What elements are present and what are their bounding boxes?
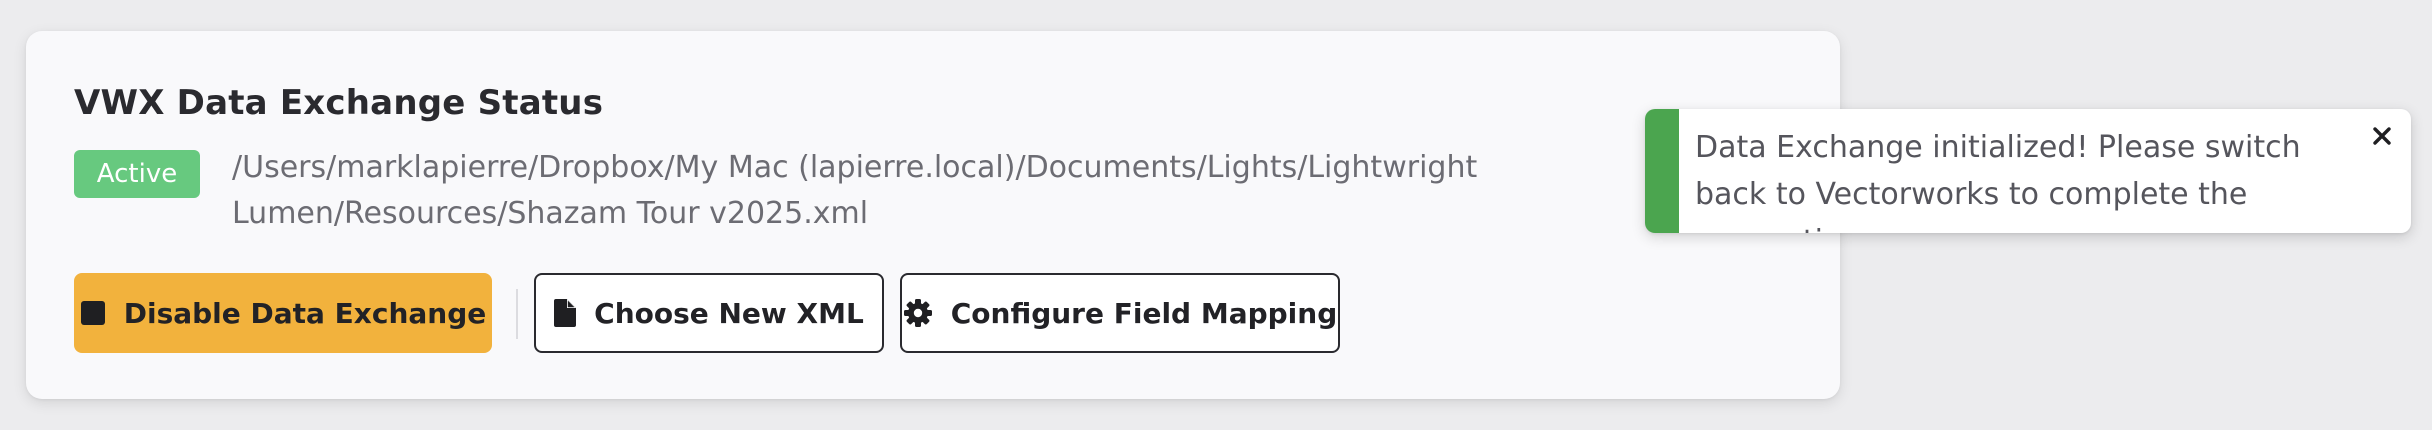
file-icon: [554, 299, 577, 327]
data-exchange-status-card: VWX Data Exchange Status Active /Users/m…: [26, 31, 1840, 399]
card-title: VWX Data Exchange Status: [74, 83, 604, 123]
status-badge: Active: [74, 150, 200, 198]
page: VWX Data Exchange Status Active /Users/m…: [0, 0, 2432, 430]
success-toast: Data Exchange initialized! Please switch…: [1645, 109, 2411, 233]
configure-button-label: Configure Field Mapping: [950, 296, 1338, 330]
toast-accent-bar: [1645, 109, 1679, 233]
gear-icon: [903, 298, 933, 328]
stop-square-icon: [80, 300, 106, 326]
disable-button-label: Disable Data Exchange: [123, 296, 487, 330]
choose-button-label: Choose New XML: [594, 296, 864, 330]
close-icon[interactable]: [2365, 119, 2399, 153]
button-divider: [516, 289, 518, 339]
toast-message: Data Exchange initialized! Please switch…: [1695, 130, 2301, 233]
choose-new-xml-button[interactable]: Choose New XML: [534, 273, 884, 353]
xml-file-path: /Users/marklapierre/Dropbox/My Mac (lapi…: [232, 150, 1478, 231]
configure-field-mapping-button[interactable]: Configure Field Mapping: [900, 273, 1340, 353]
disable-data-exchange-button[interactable]: Disable Data Exchange: [74, 273, 492, 353]
